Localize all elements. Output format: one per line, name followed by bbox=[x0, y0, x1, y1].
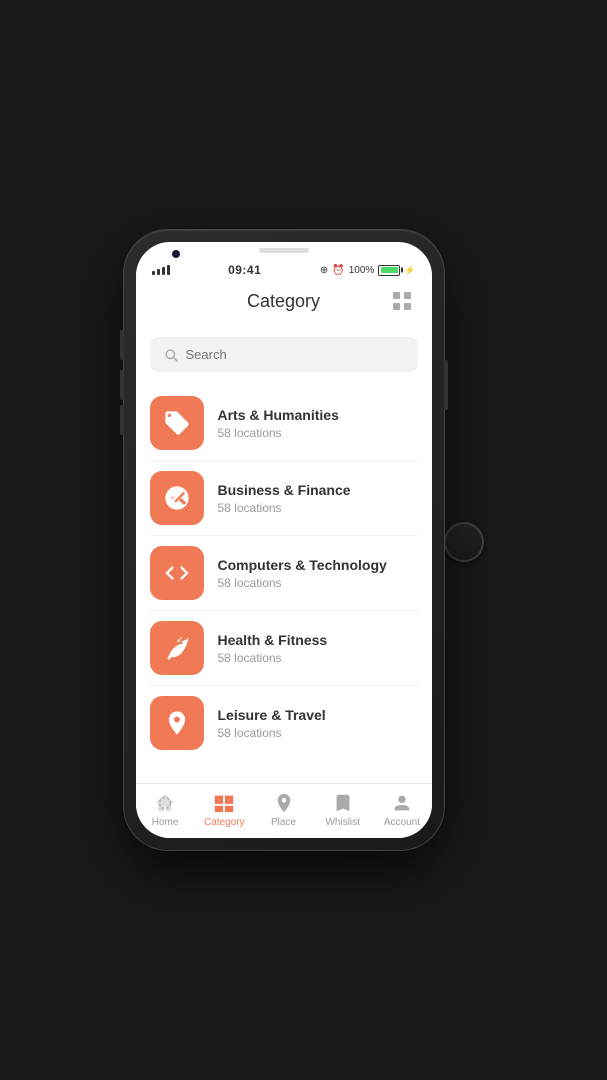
leisure-count: 58 locations bbox=[218, 726, 326, 740]
status-bar: 09:41 ⊕ ⏰ 100% ⚡ bbox=[136, 255, 432, 281]
account-nav-label: Account bbox=[384, 817, 420, 828]
home-button[interactable] bbox=[444, 522, 484, 562]
arts-icon-box bbox=[150, 396, 204, 450]
category-item-health[interactable]: Health & Fitness 58 locations bbox=[150, 611, 418, 686]
nav-item-home[interactable]: Home bbox=[136, 792, 195, 828]
nav-item-category[interactable]: Category bbox=[195, 792, 254, 828]
account-nav-icon bbox=[391, 792, 413, 814]
computers-count: 58 locations bbox=[218, 576, 387, 590]
nav-item-place[interactable]: Place bbox=[254, 792, 313, 828]
leaf-icon bbox=[163, 634, 191, 662]
battery-icon bbox=[378, 265, 400, 276]
phone-screen: 09:41 ⊕ ⏰ 100% ⚡ Category bbox=[136, 242, 432, 838]
nav-item-account[interactable]: Account bbox=[372, 792, 431, 828]
top-bar: Category bbox=[136, 281, 432, 325]
location-icon: ⊕ bbox=[320, 265, 328, 276]
arts-info: Arts & Humanities 58 locations bbox=[218, 407, 339, 440]
computers-icon-box bbox=[150, 546, 204, 600]
health-count: 58 locations bbox=[218, 651, 328, 665]
place-nav-icon bbox=[273, 792, 295, 814]
whislist-nav-icon bbox=[332, 792, 354, 814]
home-nav-label: Home bbox=[152, 817, 179, 828]
arts-count: 58 locations bbox=[218, 426, 339, 440]
home-nav-icon bbox=[154, 792, 176, 814]
health-icon-box bbox=[150, 621, 204, 675]
page-title: Category bbox=[180, 291, 388, 312]
search-icon bbox=[164, 348, 178, 362]
home-button-area bbox=[444, 514, 484, 566]
leisure-name: Leisure & Travel bbox=[218, 707, 326, 723]
grid-icon bbox=[392, 291, 412, 311]
category-list: Arts & Humanities 58 locations Business … bbox=[150, 386, 418, 760]
category-nav-icon bbox=[213, 792, 235, 814]
leisure-info: Leisure & Travel 58 locations bbox=[218, 707, 326, 740]
leisure-icon-box bbox=[150, 696, 204, 750]
charging-icon: ⚡ bbox=[404, 265, 415, 276]
alarm-icon: ⏰ bbox=[332, 265, 344, 276]
nav-item-whislist[interactable]: Whislist bbox=[313, 792, 372, 828]
category-item-leisure[interactable]: Leisure & Travel 58 locations bbox=[150, 686, 418, 760]
handshake-icon bbox=[163, 484, 191, 512]
computers-name: Computers & Technology bbox=[218, 557, 387, 573]
computers-info: Computers & Technology 58 locations bbox=[218, 557, 387, 590]
main-content: Arts & Humanities 58 locations Business … bbox=[136, 325, 432, 783]
health-info: Health & Fitness 58 locations bbox=[218, 632, 328, 665]
category-item-business[interactable]: Business & Finance 58 locations bbox=[150, 461, 418, 536]
speaker-grill bbox=[259, 248, 309, 253]
bottom-nav: Home Category Place Whi bbox=[136, 783, 432, 838]
search-input[interactable] bbox=[186, 347, 404, 362]
signal-indicator bbox=[152, 265, 170, 275]
tag-icon bbox=[163, 409, 191, 437]
whislist-nav-label: Whislist bbox=[325, 817, 359, 828]
status-time: 09:41 bbox=[228, 263, 261, 277]
category-nav-label: Category bbox=[204, 817, 245, 828]
place-nav-label: Place bbox=[271, 817, 296, 828]
map-pin-icon bbox=[163, 709, 191, 737]
battery-percent: 100% bbox=[349, 265, 375, 276]
code-icon bbox=[163, 559, 191, 587]
arts-name: Arts & Humanities bbox=[218, 407, 339, 423]
business-icon-box bbox=[150, 471, 204, 525]
category-item-computers[interactable]: Computers & Technology 58 locations bbox=[150, 536, 418, 611]
health-name: Health & Fitness bbox=[218, 632, 328, 648]
grid-view-button[interactable] bbox=[388, 287, 416, 315]
phone-notch bbox=[136, 242, 432, 255]
phone-frame: 09:41 ⊕ ⏰ 100% ⚡ Category bbox=[124, 230, 444, 850]
business-count: 58 locations bbox=[218, 501, 351, 515]
business-name: Business & Finance bbox=[218, 482, 351, 498]
business-info: Business & Finance 58 locations bbox=[218, 482, 351, 515]
category-item-arts[interactable]: Arts & Humanities 58 locations bbox=[150, 386, 418, 461]
status-right: ⊕ ⏰ 100% ⚡ bbox=[320, 265, 416, 276]
camera-dot bbox=[172, 250, 180, 258]
search-bar[interactable] bbox=[150, 337, 418, 372]
